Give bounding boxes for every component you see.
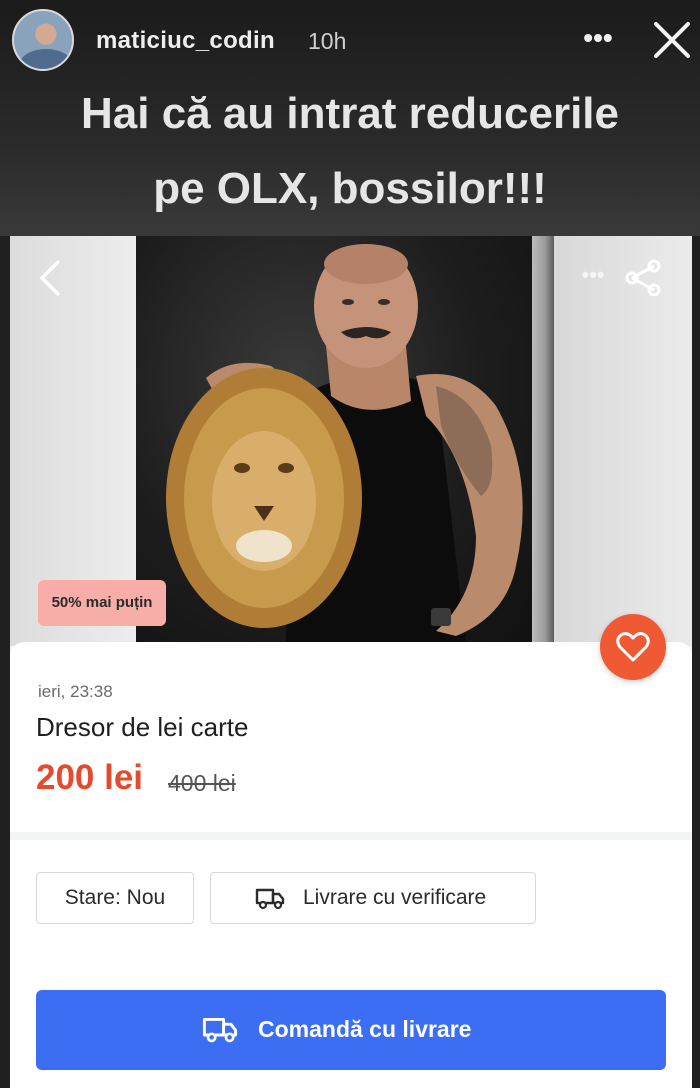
close-icon[interactable] bbox=[650, 18, 694, 62]
favorite-button[interactable] bbox=[600, 614, 666, 680]
delivery-label: Livrare cu verificare bbox=[303, 886, 487, 909]
story-username[interactable]: maticiuc_codin bbox=[96, 27, 275, 55]
more-dots-icon[interactable]: ••• bbox=[576, 260, 610, 290]
share-icon[interactable] bbox=[622, 258, 666, 297]
listing-title: Dresor de lei carte bbox=[36, 712, 249, 742]
heart-icon bbox=[616, 632, 650, 662]
story-time: 10h bbox=[308, 28, 347, 54]
story-header: maticiuc_codin 10h ••• Hai că au intrat … bbox=[0, 0, 700, 236]
order-with-delivery-button[interactable]: Comandă cu livrare bbox=[36, 990, 666, 1070]
listing-photo[interactable] bbox=[136, 236, 532, 644]
book-spine bbox=[532, 236, 554, 646]
old-price: 400 lei bbox=[168, 770, 236, 796]
listing-attributes-card: Stare: Nou Livrare cu verificare Comandă… bbox=[10, 840, 692, 1088]
truck-icon bbox=[202, 1017, 238, 1043]
delivery-chip[interactable]: Livrare cu verificare bbox=[210, 872, 536, 924]
caption-line-2: pe OLX, bossilor!!! bbox=[153, 164, 547, 213]
olx-listing: ••• 50% mai puțin ieri, 23:38 Dresor de … bbox=[10, 236, 692, 1088]
truck-icon bbox=[255, 888, 285, 910]
order-button-label: Comandă cu livrare bbox=[258, 1016, 472, 1042]
caption-line-1: Hai că au intrat reducerile bbox=[81, 89, 619, 138]
back-arrow-icon[interactable] bbox=[34, 258, 68, 298]
listing-info-card: ieri, 23:38 Dresor de lei carte 200 lei … bbox=[10, 642, 692, 832]
photo-background-right bbox=[550, 236, 692, 646]
posted-time: ieri, 23:38 bbox=[38, 682, 113, 701]
story-caption: Hai că au intrat reducerile pe OLX, boss… bbox=[0, 76, 700, 226]
avatar-figure bbox=[20, 49, 72, 69]
avatar[interactable] bbox=[12, 9, 74, 71]
price: 200 lei bbox=[36, 758, 144, 797]
state-chip: Stare: Nou bbox=[36, 872, 194, 924]
more-dots-icon[interactable]: ••• bbox=[578, 18, 618, 58]
discount-badge: 50% mai puțin bbox=[38, 580, 166, 626]
